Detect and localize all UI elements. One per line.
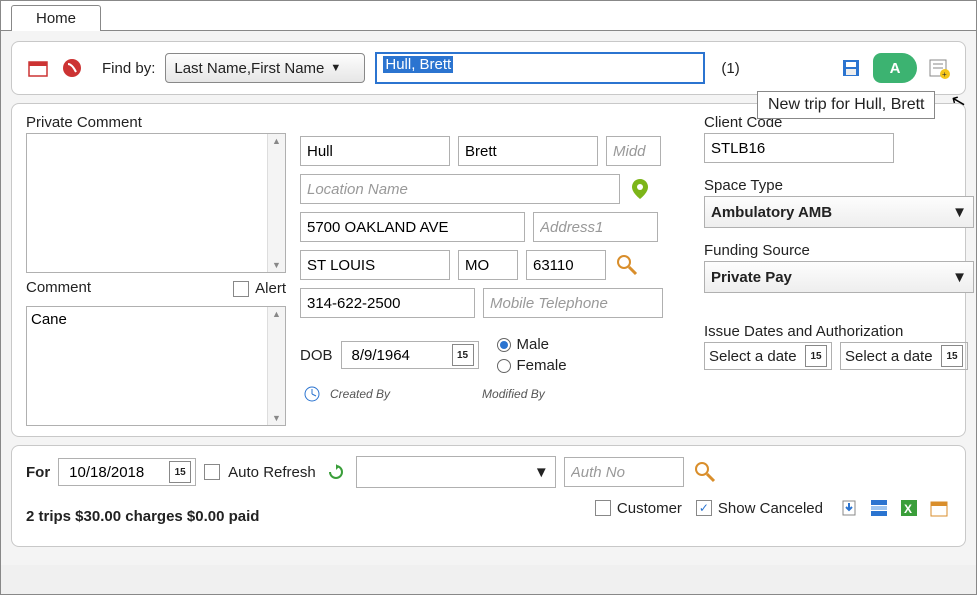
auth-no-input[interactable]: [564, 457, 684, 487]
created-by-label: Created By: [330, 387, 390, 401]
client-code-input[interactable]: [704, 133, 894, 163]
calendar-export-icon[interactable]: [927, 496, 951, 520]
scrollbar[interactable]: ▲▼: [267, 307, 285, 425]
issue-date-to[interactable]: Select a date: [845, 348, 935, 365]
female-label: Female: [517, 357, 567, 374]
male-label: Male: [517, 336, 550, 353]
show-canceled-label: Show Canceled: [718, 500, 823, 517]
search-icon[interactable]: [692, 459, 718, 485]
trip-summary: 2 trips $30.00 charges $0.00 paid: [26, 508, 259, 525]
calendar-picker-icon[interactable]: 15: [941, 345, 963, 367]
scrollbar[interactable]: ▲▼: [267, 134, 285, 272]
address2-input[interactable]: [533, 212, 658, 242]
funding-select[interactable]: Private Pay ▼: [704, 261, 974, 293]
customer-label: Customer: [617, 500, 682, 517]
chevron-down-icon: ▼: [534, 464, 549, 481]
female-radio[interactable]: [497, 359, 511, 373]
address-input[interactable]: [300, 212, 525, 242]
last-name-input[interactable]: [300, 136, 450, 166]
map-pin-icon[interactable]: [628, 177, 652, 201]
auto-refresh-label: Auto Refresh: [228, 464, 316, 481]
status-badge[interactable]: A: [873, 53, 917, 83]
export-down-icon[interactable]: [837, 496, 861, 520]
for-date-input[interactable]: [63, 461, 163, 483]
show-canceled-checkbox[interactable]: ✓: [696, 500, 712, 516]
private-comment-label: Private Comment: [26, 114, 286, 131]
new-trip-icon[interactable]: +: [927, 56, 951, 80]
private-comment-section: Private Comment ▲▼ Comment Alert Cane ▲▼: [26, 114, 286, 426]
tab-home[interactable]: Home: [11, 5, 101, 31]
client-form-panel: Private Comment ▲▼ Comment Alert Cane ▲▼: [11, 103, 966, 437]
male-radio[interactable]: [497, 338, 511, 352]
mobile-input[interactable]: [483, 288, 663, 318]
for-label: For: [26, 464, 50, 481]
space-type-label: Space Type: [704, 177, 977, 194]
comment-input[interactable]: Cane: [27, 307, 267, 425]
client-right-column: Client Code Space Type Ambulatory AMB ▼ …: [704, 114, 977, 426]
space-type-select[interactable]: Ambulatory AMB ▼: [704, 196, 974, 228]
phone-input[interactable]: [300, 288, 475, 318]
chevron-down-icon: ▼: [952, 269, 967, 286]
modified-by-label: Modified By: [482, 387, 545, 401]
tooltip-new-trip: New trip for Hull, Brett: [757, 91, 935, 119]
grid-view-icon[interactable]: [867, 496, 891, 520]
refresh-icon[interactable]: [324, 460, 348, 484]
issue-date-from[interactable]: Select a date: [709, 348, 799, 365]
middle-name-input[interactable]: [606, 136, 661, 166]
location-input[interactable]: [300, 174, 620, 204]
clock-icon: [300, 382, 324, 406]
search-input[interactable]: Hull, Brett: [375, 52, 705, 84]
phone-icon[interactable]: [60, 56, 84, 80]
calendar-picker-icon[interactable]: 15: [452, 344, 474, 366]
find-by-select[interactable]: Last Name,First Name ▼: [165, 53, 365, 83]
comment-label: Comment: [26, 279, 91, 296]
calendar-icon[interactable]: [26, 56, 50, 80]
calendar-picker-icon[interactable]: 15: [805, 345, 827, 367]
issue-dates-label: Issue Dates and Authorization: [704, 323, 977, 340]
calendar-picker-icon[interactable]: 15: [169, 461, 191, 483]
zip-input[interactable]: [526, 250, 606, 280]
first-name-input[interactable]: [458, 136, 598, 166]
alert-label: Alert: [255, 280, 286, 297]
save-icon[interactable]: [839, 56, 863, 80]
funding-label: Funding Source: [704, 242, 977, 259]
search-icon[interactable]: [614, 252, 640, 278]
excel-icon[interactable]: X: [897, 496, 921, 520]
filter-select[interactable]: ▼: [356, 456, 556, 488]
customer-checkbox[interactable]: [595, 500, 611, 516]
space-type-value: Ambulatory AMB: [711, 204, 832, 221]
find-by-value: Last Name,First Name: [174, 60, 324, 77]
result-count: (1): [721, 60, 739, 77]
auto-refresh-checkbox[interactable]: [204, 464, 220, 480]
dob-label: DOB: [300, 347, 333, 364]
city-input[interactable]: [300, 250, 450, 280]
client-fields: DOB 15 Male Female: [300, 114, 690, 426]
chevron-down-icon: ▼: [330, 62, 341, 74]
toolbar-panel: Find by: Last Name,First Name ▼ Hull, Br…: [11, 41, 966, 95]
state-input[interactable]: [458, 250, 518, 280]
alert-checkbox[interactable]: [233, 281, 249, 297]
svg-text:X: X: [904, 502, 912, 516]
trips-panel: For 15 Auto Refresh ▼ 2 trips $30.00 cha…: [11, 445, 966, 547]
tab-bar: Home: [1, 1, 976, 31]
private-comment-input[interactable]: [27, 134, 267, 272]
chevron-down-icon: ▼: [952, 204, 967, 221]
funding-value: Private Pay: [711, 269, 792, 286]
svg-text:+: +: [942, 70, 947, 79]
dob-input[interactable]: [346, 344, 446, 366]
find-by-label: Find by:: [102, 60, 155, 77]
search-value: Hull, Brett: [383, 56, 453, 73]
